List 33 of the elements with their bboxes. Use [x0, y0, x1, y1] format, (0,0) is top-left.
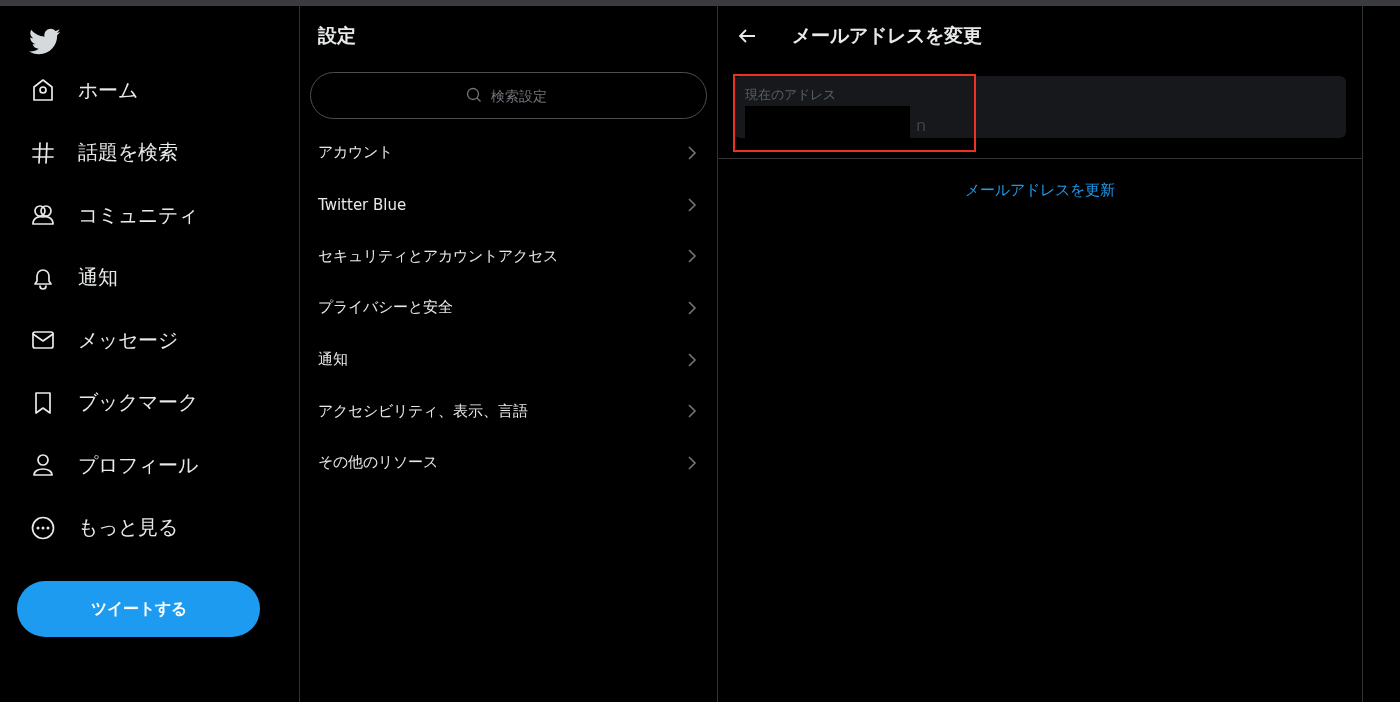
chevron-icon	[687, 144, 697, 161]
nav-item[interactable]: ブックマーク	[17, 371, 198, 434]
search-icon	[466, 87, 482, 103]
settings-item[interactable]: アクセシビリティ、表示、言語	[300, 385, 717, 438]
nav-item[interactable]: 通知	[17, 246, 118, 309]
nav-item[interactable]: コミュニティ	[17, 184, 198, 247]
home-icon	[30, 77, 56, 104]
settings-item[interactable]: アカウント	[300, 127, 717, 179]
chevron-icon	[687, 351, 697, 368]
update-email-link[interactable]: メールアドレスを更新	[965, 181, 1115, 200]
chevron-icon	[687, 299, 697, 316]
chevron-icon	[687, 248, 697, 265]
page-title: メールアドレスを変更	[792, 23, 982, 48]
nav-item[interactable]: ホーム	[17, 59, 138, 122]
settings-item[interactable]: プライバシーと安全	[300, 282, 717, 334]
nav-item[interactable]: 話題を検索	[17, 121, 178, 184]
bird-logo[interactable]	[29, 28, 61, 56]
settings-item[interactable]: Twitter Blue	[300, 178, 717, 231]
hashtag-icon	[30, 139, 56, 166]
chevron-icon	[687, 403, 697, 420]
more-icon	[30, 514, 56, 541]
nav-item[interactable]: メッセージ	[17, 309, 178, 372]
search-field[interactable]: 検索設定	[310, 72, 707, 119]
person-icon	[30, 452, 56, 479]
chevron-icon	[687, 454, 697, 471]
nav-item[interactable]: もっと見る	[17, 496, 178, 559]
chevron-icon	[687, 196, 697, 213]
nav-item[interactable]: プロフィール	[17, 434, 198, 497]
settings-item[interactable]: その他のリソース	[300, 437, 717, 489]
settings-item[interactable]: 通知	[300, 333, 717, 386]
settings-item[interactable]: セキュリティとアカウントアクセス	[300, 230, 717, 283]
settings-title: 設定	[318, 23, 356, 48]
back-button[interactable]	[738, 28, 756, 44]
